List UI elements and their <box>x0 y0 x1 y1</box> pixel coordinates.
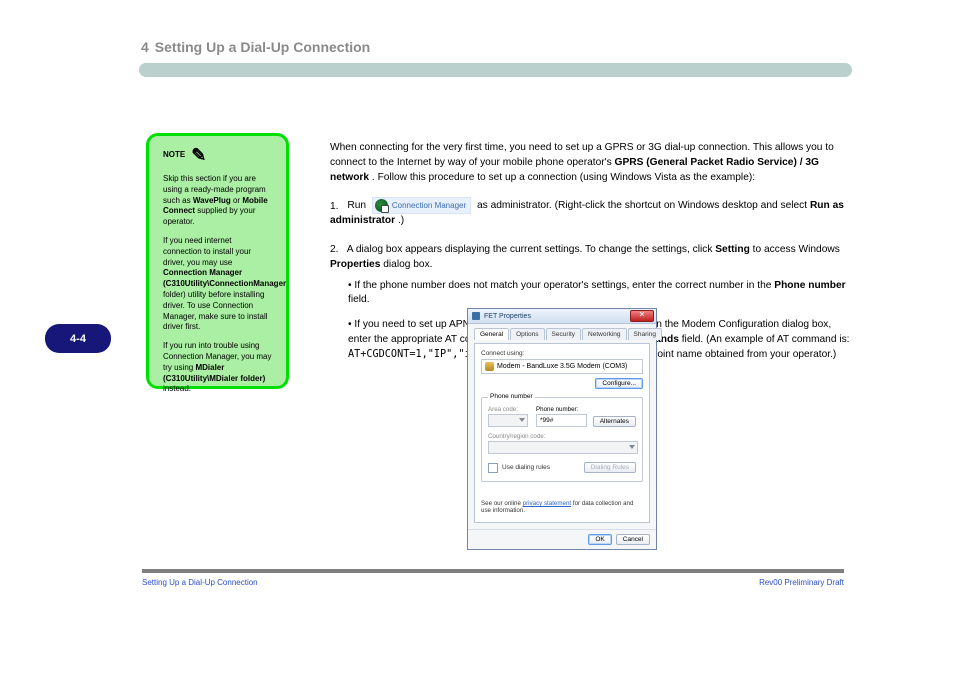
connect-using-field[interactable]: Modem - BandLuxe 3.5G Modem (COM3) <box>481 359 643 374</box>
dialing-rules-button[interactable]: Dialing Rules <box>584 462 636 473</box>
note-box: NOTE ✎ Skip this section if you are usin… <box>146 133 289 389</box>
connection-manager-icon <box>375 199 388 212</box>
dialog-tabs: General Options Security Networking Shar… <box>474 328 650 340</box>
connect-using-label: Connect using: <box>481 350 643 357</box>
phone-number-input[interactable]: *99# <box>536 414 587 427</box>
dialog-app-icon <box>472 312 480 320</box>
step-2: 2. A dialog box appears displaying the c… <box>330 243 850 273</box>
privacy-line: See our online privacy statement for dat… <box>481 500 643 514</box>
phone-group-title: Phone number <box>488 393 535 400</box>
connection-manager-chip: Connection Manager <box>372 197 471 214</box>
step-2-sub-1: • If the phone number does not match you… <box>348 279 850 309</box>
use-dialing-rules-checkbox[interactable]: Use dialing rules <box>488 463 550 473</box>
country-code-select[interactable] <box>488 441 638 454</box>
page-header: 4 Setting Up a Dial-Up Connection <box>139 39 852 77</box>
note-paragraph-2: If you need internet connection to insta… <box>163 236 272 333</box>
area-code-select[interactable] <box>488 414 528 427</box>
chapter-number: 4 <box>141 39 149 55</box>
country-code-label: Country/region code: <box>488 433 636 440</box>
dialog-titlebar[interactable]: FET Properties ✕ <box>468 309 656 324</box>
intro-paragraph: When connecting for the very first time,… <box>330 141 850 185</box>
configure-button[interactable]: Configure... <box>595 378 643 389</box>
note-paragraph-1: Skip this section if you are using a rea… <box>163 174 272 228</box>
tab-general[interactable]: General <box>474 328 509 340</box>
connect-using-value: Modem - BandLuxe 3.5G Modem (COM3) <box>497 363 627 370</box>
properties-dialog: FET Properties ✕ General Options Securit… <box>467 308 657 550</box>
note-title: NOTE <box>163 150 185 161</box>
ok-button[interactable]: OK <box>588 534 611 545</box>
chapter-title: Setting Up a Dial-Up Connection <box>155 39 370 55</box>
dialog-client: General Options Security Networking Shar… <box>468 324 656 529</box>
header-underline-bar <box>139 63 852 77</box>
note-paragraph-3: If you run into trouble using Connection… <box>163 341 272 395</box>
page-title: 4 Setting Up a Dial-Up Connection <box>141 39 852 55</box>
phone-number-label: Phone number: <box>536 406 587 413</box>
phone-number-group: Phone number Area code: Phone number: *9… <box>481 397 643 482</box>
modem-icon <box>485 362 494 371</box>
close-button[interactable]: ✕ <box>630 310 654 322</box>
use-dialing-rules-label: Use dialing rules <box>502 464 550 471</box>
dialog-title: FET Properties <box>484 313 630 320</box>
tab-networking[interactable]: Networking <box>582 328 627 340</box>
footer-separator <box>142 569 844 573</box>
pen-icon: ✎ <box>191 146 206 164</box>
alternates-button[interactable]: Alternates <box>593 416 636 427</box>
checkbox-icon <box>488 463 498 473</box>
footer-right: Rev00 Preliminary Draft <box>759 578 844 587</box>
area-code-label: Area code: <box>488 406 530 413</box>
note-title-row: NOTE ✎ <box>163 146 272 164</box>
privacy-link[interactable]: privacy statement <box>523 500 572 507</box>
footer: Setting Up a Dial-Up Connection Rev00 Pr… <box>142 578 844 587</box>
connection-manager-label: Connection Manager <box>392 200 466 212</box>
page-number-pill: 4-4 <box>45 324 111 353</box>
footer-left: Setting Up a Dial-Up Connection <box>142 578 258 587</box>
cancel-button[interactable]: Cancel <box>616 534 650 545</box>
dialog-buttons: OK Cancel <box>468 529 656 549</box>
step-1: 1. Run Connection Manager as administrat… <box>330 197 850 229</box>
tab-general-body: Connect using: Modem - BandLuxe 3.5G Mod… <box>474 343 650 523</box>
tab-security[interactable]: Security <box>546 328 581 340</box>
tab-sharing[interactable]: Sharing <box>628 328 662 340</box>
tab-options[interactable]: Options <box>510 328 544 340</box>
